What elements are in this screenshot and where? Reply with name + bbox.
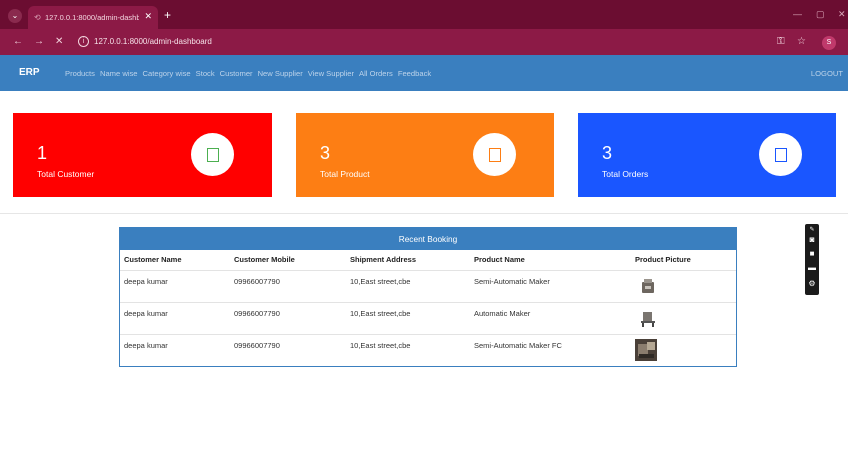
window-close-icon[interactable]: ✕ <box>838 9 846 20</box>
cell-customer: deepa kumar <box>124 277 168 286</box>
nav-link-category-wise[interactable]: Category wise <box>143 69 191 78</box>
card-value: 3 <box>320 143 331 163</box>
card-label: Total Product <box>320 169 370 179</box>
card-label: Total Orders <box>602 169 649 179</box>
card-value: 3 <box>602 143 613 163</box>
nav-link-all-orders[interactable]: All Orders <box>359 69 393 78</box>
product-thumbnail <box>641 312 655 327</box>
nav-link-feedback[interactable]: Feedback <box>398 69 431 78</box>
pin-icon[interactable]: ✎ <box>807 225 817 235</box>
url-field[interactable]: 127.0.0.1:8000/admin-dashboard <box>94 37 212 46</box>
stop-icon[interactable]: ✕ <box>55 36 63 48</box>
card-label: Total Customer <box>37 169 95 179</box>
nav-link-products[interactable]: Products <box>65 69 95 78</box>
settings-gear-icon[interactable]: ⚙ <box>807 279 817 289</box>
bookmark-star-icon[interactable]: ☆ <box>797 36 806 48</box>
cell-address: 10,East street,cbe <box>350 309 411 318</box>
recent-booking-table: Recent Booking Customer Name Customer Mo… <box>119 227 737 367</box>
nav-link-view-supplier[interactable]: View Supplier <box>308 69 354 78</box>
browser-tab-bar: ⌄ ⟲ 127.0.0.1:8000/admin-dashboard ✕ + —… <box>0 0 848 29</box>
row-divider <box>120 334 736 335</box>
card-icon-circle <box>473 133 516 176</box>
row-divider <box>120 302 736 303</box>
camera-icon[interactable]: ◙ <box>807 235 817 245</box>
product-thumbnail <box>642 279 654 293</box>
column-header: Product Name <box>474 255 525 264</box>
orders-icon <box>775 148 787 162</box>
floating-toolbar: ✎ ◙ ■ ▬ ⚙ <box>805 224 819 295</box>
customer-icon <box>207 148 219 162</box>
logout-link[interactable]: LOGOUT <box>811 69 843 78</box>
back-icon[interactable]: ← <box>13 36 23 48</box>
column-header: Customer Mobile <box>234 255 295 264</box>
table-title: Recent Booking <box>120 228 736 250</box>
browser-address-bar: ← → ✕ i 127.0.0.1:8000/admin-dashboard ⚿… <box>0 29 848 55</box>
product-icon <box>489 148 501 162</box>
nav-link-customer[interactable]: Customer <box>220 69 253 78</box>
cell-product: Semi-Automatic Maker FC <box>474 341 562 350</box>
forward-icon[interactable]: → <box>34 36 44 48</box>
column-header: Product Picture <box>635 255 691 264</box>
tab-search-button[interactable]: ⌄ <box>8 9 22 23</box>
browser-tab[interactable]: ⟲ 127.0.0.1:8000/admin-dashboard ✕ <box>28 6 158 29</box>
column-header: Customer Name <box>124 255 182 264</box>
cell-mobile: 09966007790 <box>234 277 280 286</box>
card-total-customer: 1 Total Customer <box>13 113 272 197</box>
app-navbar: ERP Products Name wise Category wise Sto… <box>0 55 848 91</box>
nav-link-new-supplier[interactable]: New Supplier <box>258 69 303 78</box>
nav-links: Products Name wise Category wise Stock C… <box>65 69 431 78</box>
tab-close-icon[interactable]: ✕ <box>144 11 152 22</box>
restore-icon[interactable]: ▢ <box>816 9 825 20</box>
cell-customer: deepa kumar <box>124 309 168 318</box>
cell-mobile: 09966007790 <box>234 341 280 350</box>
site-info-icon[interactable]: i <box>78 36 89 47</box>
tab-title: 127.0.0.1:8000/admin-dashboard <box>45 13 139 22</box>
product-thumbnail <box>635 339 657 361</box>
minimize-icon[interactable]: — <box>793 9 802 19</box>
folder-icon[interactable]: ▬ <box>807 263 817 273</box>
card-value: 1 <box>37 143 48 163</box>
nav-link-stock[interactable]: Stock <box>196 69 215 78</box>
card-total-product: 3 Total Product <box>296 113 554 197</box>
video-icon[interactable]: ■ <box>807 249 817 259</box>
row-divider <box>120 270 736 271</box>
card-total-orders: 3 Total Orders <box>578 113 836 197</box>
new-tab-icon[interactable]: + <box>164 9 171 21</box>
cell-customer: deepa kumar <box>124 341 168 350</box>
cell-address: 10,East street,cbe <box>350 277 411 286</box>
cell-product: Automatic Maker <box>474 309 531 318</box>
cell-address: 10,East street,cbe <box>350 341 411 350</box>
profile-avatar[interactable]: S <box>822 36 836 50</box>
column-header: Shipment Address <box>350 255 416 264</box>
cell-mobile: 09966007790 <box>234 309 280 318</box>
card-icon-circle <box>759 133 802 176</box>
section-divider <box>0 213 848 214</box>
cell-product: Semi-Automatic Maker <box>474 277 550 286</box>
password-key-icon[interactable]: ⚿ <box>777 36 785 48</box>
nav-link-name-wise[interactable]: Name wise <box>100 69 138 78</box>
card-icon-circle <box>191 133 234 176</box>
tab-favicon-icon: ⟲ <box>34 13 41 22</box>
brand-logo[interactable]: ERP <box>19 67 40 78</box>
